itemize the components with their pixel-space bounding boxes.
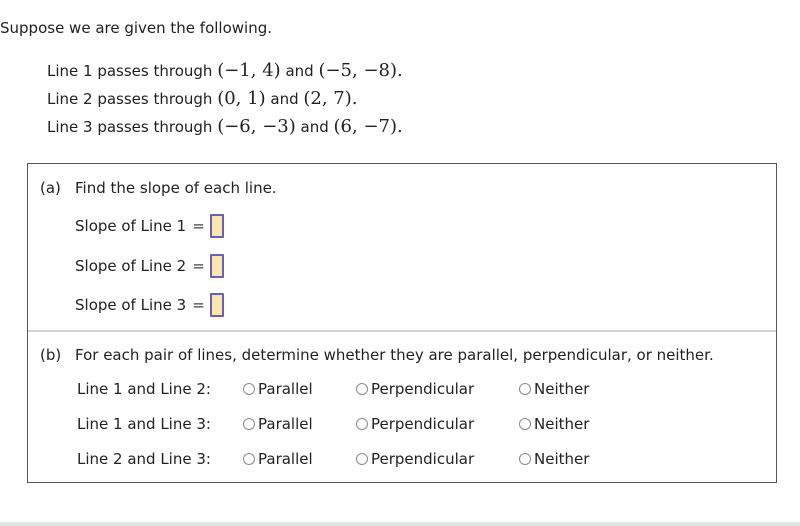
point-1: (−6, −3): [217, 116, 296, 137]
part-a: (a) Find the slope of each line. Slope o…: [28, 164, 776, 332]
given-line-text: Line 3 passes through: [47, 118, 218, 136]
option-label: Neither: [534, 415, 590, 433]
option-perpendicular[interactable]: Perpendicular: [356, 380, 519, 398]
part-b-instruction: For each pair of lines, determine whethe…: [75, 346, 714, 364]
given-line-text: Line 2 passes through: [47, 90, 218, 108]
pair-row-2-3: Line 2 and Line 3: Parallel Perpendicula…: [77, 450, 589, 468]
option-neither[interactable]: Neither: [519, 415, 589, 433]
period: .: [397, 116, 403, 137]
question-box: (a) Find the slope of each line. Slope o…: [27, 163, 777, 483]
slope-label: Slope of Line 3: [75, 296, 187, 314]
option-parallel[interactable]: Parallel: [243, 415, 356, 433]
option-parallel[interactable]: Parallel: [243, 380, 356, 398]
radio-button[interactable]: [356, 383, 368, 395]
option-label: Perpendicular: [371, 380, 475, 398]
radio-button[interactable]: [519, 453, 531, 465]
point-2: (2, 7): [303, 88, 352, 109]
part-a-instruction: Find the slope of each line.: [75, 179, 277, 197]
bottom-divider: [0, 522, 800, 526]
radio-button[interactable]: [356, 418, 368, 430]
option-label: Neither: [534, 380, 590, 398]
option-perpendicular[interactable]: Perpendicular: [356, 450, 519, 468]
pair-row-1-2: Line 1 and Line 2: Parallel Perpendicula…: [77, 380, 589, 398]
part-a-label: (a): [40, 179, 61, 197]
slope-row-2: Slope of Line 2 =: [75, 254, 224, 278]
equals-sign: =: [192, 217, 205, 235]
pair-row-1-3: Line 1 and Line 3: Parallel Perpendicula…: [77, 415, 589, 433]
option-perpendicular[interactable]: Perpendicular: [356, 415, 519, 433]
pair-label: Line 1 and Line 2:: [77, 380, 211, 398]
radio-button[interactable]: [356, 453, 368, 465]
period: .: [351, 88, 358, 109]
equals-sign: =: [192, 257, 205, 275]
slope-label: Slope of Line 1: [75, 217, 187, 235]
point-2: (−5, −8): [318, 60, 398, 81]
option-label: Perpendicular: [371, 415, 475, 433]
point-1: (0, 1): [217, 88, 266, 109]
period: .: [397, 60, 403, 81]
given-line-1: Line 1 passes through (−1, 4) and (−5, −…: [47, 57, 403, 85]
equals-sign: =: [192, 296, 205, 314]
option-neither[interactable]: Neither: [519, 450, 589, 468]
radio-button[interactable]: [519, 418, 531, 430]
radio-button[interactable]: [243, 418, 255, 430]
slope-row-1: Slope of Line 1 =: [75, 214, 224, 238]
given-lines: Line 1 passes through (−1, 4) and (−5, −…: [47, 57, 403, 141]
and-text: and: [265, 90, 304, 108]
slope-label: Slope of Line 2: [75, 257, 187, 275]
slope-1-input[interactable]: [209, 214, 224, 238]
given-line-text: Line 1 passes through: [47, 62, 218, 80]
slope-3-input[interactable]: [209, 293, 224, 317]
option-label: Parallel: [258, 450, 313, 468]
slope-row-3: Slope of Line 3 =: [75, 293, 224, 317]
and-text: and: [280, 62, 319, 80]
pair-label: Line 1 and Line 3:: [77, 415, 211, 433]
given-line-3: Line 3 passes through (−6, −3) and (6, −…: [47, 113, 403, 141]
option-neither[interactable]: Neither: [519, 380, 589, 398]
point-2: (6, −7): [333, 116, 398, 137]
intro-text: Suppose we are given the following.: [0, 19, 273, 37]
and-text: and: [295, 118, 334, 136]
option-label: Perpendicular: [371, 450, 475, 468]
slope-2-input[interactable]: [209, 254, 224, 278]
radio-button[interactable]: [519, 383, 531, 395]
option-label: Parallel: [258, 380, 313, 398]
radio-button[interactable]: [243, 453, 255, 465]
option-label: Neither: [534, 450, 590, 468]
part-b-label: (b): [40, 346, 62, 364]
radio-button[interactable]: [243, 383, 255, 395]
option-label: Parallel: [258, 415, 313, 433]
option-parallel[interactable]: Parallel: [243, 450, 356, 468]
point-1: (−1, 4): [217, 60, 281, 81]
given-line-2: Line 2 passes through (0, 1) and (2, 7).: [47, 85, 403, 113]
pair-label: Line 2 and Line 3:: [77, 450, 211, 468]
